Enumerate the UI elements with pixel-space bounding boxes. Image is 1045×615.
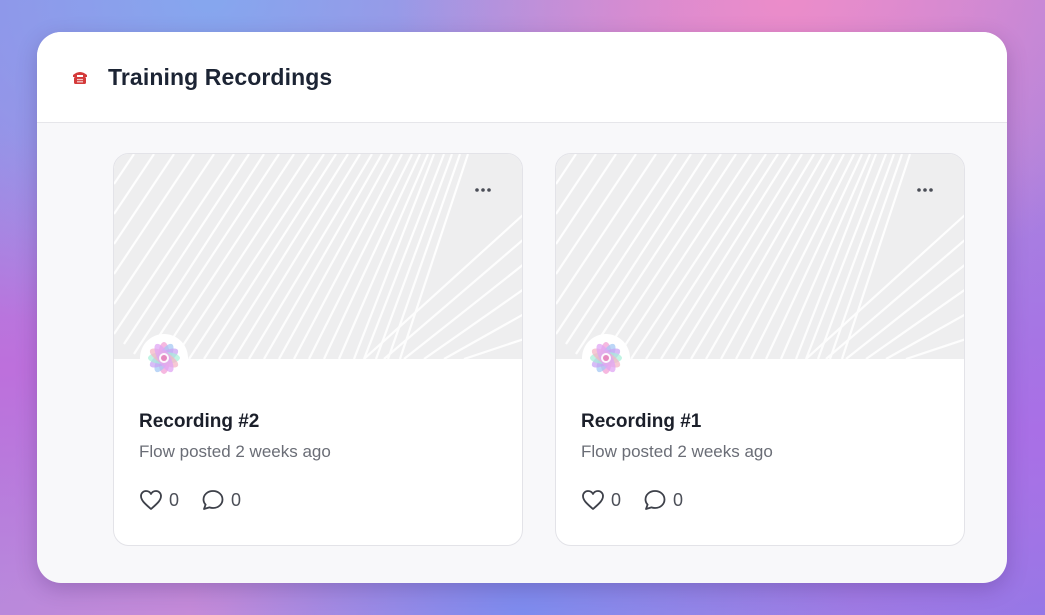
recording-meta: Flow posted 2 weeks ago (581, 442, 773, 461)
recording-card[interactable]: Recording #2 Flow posted 2 weeks ago 0 0 (113, 153, 523, 546)
recording-title[interactable]: Recording #2 (139, 411, 497, 433)
telephone-icon (71, 67, 91, 87)
panel-header: Training Recordings (37, 32, 1007, 123)
page-title: Training Recordings (108, 63, 333, 90)
comment-bubble-icon (644, 490, 666, 510)
like-count: 0 (169, 489, 180, 510)
comment-count: 0 (673, 489, 684, 510)
recording-stats: 0 0 (581, 489, 939, 511)
more-horizontal-icon (475, 188, 491, 192)
recording-card[interactable]: Recording #1 Flow posted 2 weeks ago 0 0 (555, 153, 965, 546)
heart-icon (582, 490, 604, 510)
cover-pattern (114, 154, 522, 359)
card-cover (556, 154, 964, 359)
card-cover (114, 154, 522, 359)
recording-meta: Flow posted 2 weeks ago (139, 442, 331, 461)
recordings-grid: Recording #2 Flow posted 2 weeks ago 0 0 (113, 153, 965, 546)
flower-avatar-icon (590, 342, 622, 374)
like-button[interactable]: 0 (581, 489, 621, 511)
comment-bubble-icon (202, 490, 224, 510)
comment-count: 0 (231, 489, 242, 510)
like-button[interactable]: 0 (139, 489, 179, 511)
more-options-button[interactable] (470, 180, 496, 200)
more-options-button[interactable] (912, 180, 938, 200)
avatar[interactable] (140, 334, 188, 382)
comment-button[interactable]: 0 (201, 489, 241, 511)
cover-pattern (556, 154, 964, 359)
recording-stats: 0 0 (139, 489, 497, 511)
flower-avatar-icon (148, 342, 180, 374)
heart-icon (140, 490, 162, 510)
like-count: 0 (611, 489, 622, 510)
training-recordings-panel: Training Recordings Recording #2 Flow po… (37, 32, 1007, 583)
avatar[interactable] (582, 334, 630, 382)
recording-title[interactable]: Recording #1 (581, 411, 939, 433)
comment-button[interactable]: 0 (643, 489, 683, 511)
more-horizontal-icon (917, 188, 933, 192)
